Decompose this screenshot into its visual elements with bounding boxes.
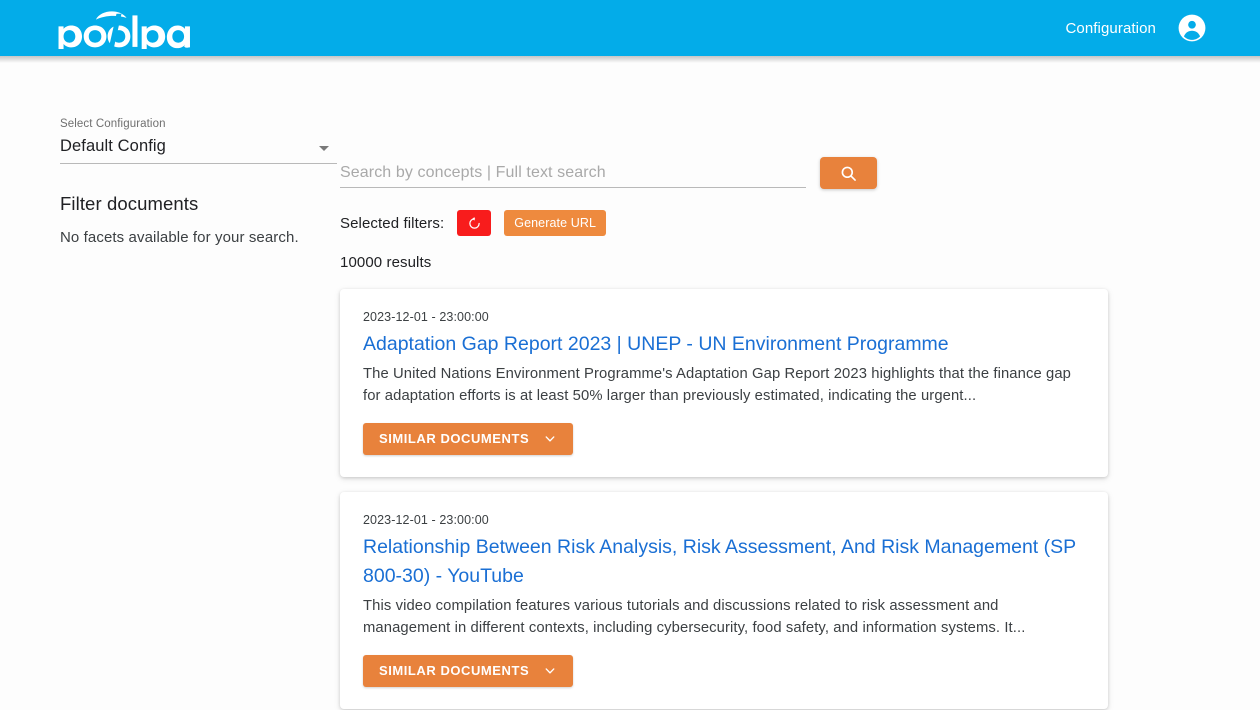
search-input-wrapper xyxy=(340,164,806,188)
selected-filters-label: Selected filters: xyxy=(340,215,444,232)
configuration-link[interactable]: Configuration xyxy=(1065,20,1156,37)
chevron-down-icon xyxy=(543,432,557,446)
similar-documents-label: SIMILAR DOCUMENTS xyxy=(379,431,529,446)
result-title-link[interactable]: Adaptation Gap Report 2023 | UNEP - UN E… xyxy=(363,330,1084,359)
page-body: Select Configuration Default Config Filt… xyxy=(0,56,1260,710)
account-circle-icon[interactable] xyxy=(1178,14,1206,42)
no-facets-message: No facets available for your search. xyxy=(60,229,340,246)
result-title-link[interactable]: Relationship Between Risk Analysis, Risk… xyxy=(363,533,1084,591)
result-card[interactable]: 2023-12-01 - 23:00:00 Adaptation Gap Rep… xyxy=(340,289,1108,477)
selected-filters-row: Selected filters: Generate URL xyxy=(340,210,1260,236)
similar-documents-button[interactable]: SIMILAR DOCUMENTS xyxy=(363,423,573,455)
similar-documents-label: SIMILAR DOCUMENTS xyxy=(379,663,529,678)
main-content: Selected filters: Generate URL 10000 res… xyxy=(340,56,1260,710)
similar-documents-button[interactable]: SIMILAR DOCUMENTS xyxy=(363,655,573,687)
select-configuration-value: Default Config xyxy=(60,137,166,155)
result-card[interactable]: 2023-12-01 - 23:00:00 Relationship Betwe… xyxy=(340,492,1108,709)
search-button[interactable] xyxy=(820,157,877,189)
results-count: 10000 results xyxy=(340,254,1260,271)
result-snippet: This video compilation features various … xyxy=(363,595,1084,640)
search-input[interactable] xyxy=(340,164,806,182)
generate-url-button[interactable]: Generate URL xyxy=(504,210,606,236)
svg-text:R: R xyxy=(186,42,189,47)
poolparty-logo[interactable]: R xyxy=(56,7,190,49)
select-configuration-label: Select Configuration xyxy=(60,118,340,130)
header-actions: Configuration xyxy=(1065,14,1236,42)
app-header: R Configuration xyxy=(0,0,1260,56)
chevron-down-icon xyxy=(543,664,557,678)
filter-documents-title: Filter documents xyxy=(60,193,340,215)
results-list: 2023-12-01 - 23:00:00 Adaptation Gap Rep… xyxy=(340,289,1108,710)
select-configuration-dropdown[interactable]: Default Config xyxy=(60,137,337,164)
chevron-down-icon xyxy=(319,146,329,151)
sidebar: Select Configuration Default Config Filt… xyxy=(0,56,340,710)
reset-circular-arrow-icon xyxy=(467,216,482,231)
reset-filters-button[interactable] xyxy=(457,210,491,236)
search-row xyxy=(340,164,1260,189)
search-icon xyxy=(839,164,858,183)
result-snippet: The United Nations Environment Programme… xyxy=(363,363,1084,408)
result-date: 2023-12-01 - 23:00:00 xyxy=(363,513,1084,527)
result-date: 2023-12-01 - 23:00:00 xyxy=(363,310,1084,324)
